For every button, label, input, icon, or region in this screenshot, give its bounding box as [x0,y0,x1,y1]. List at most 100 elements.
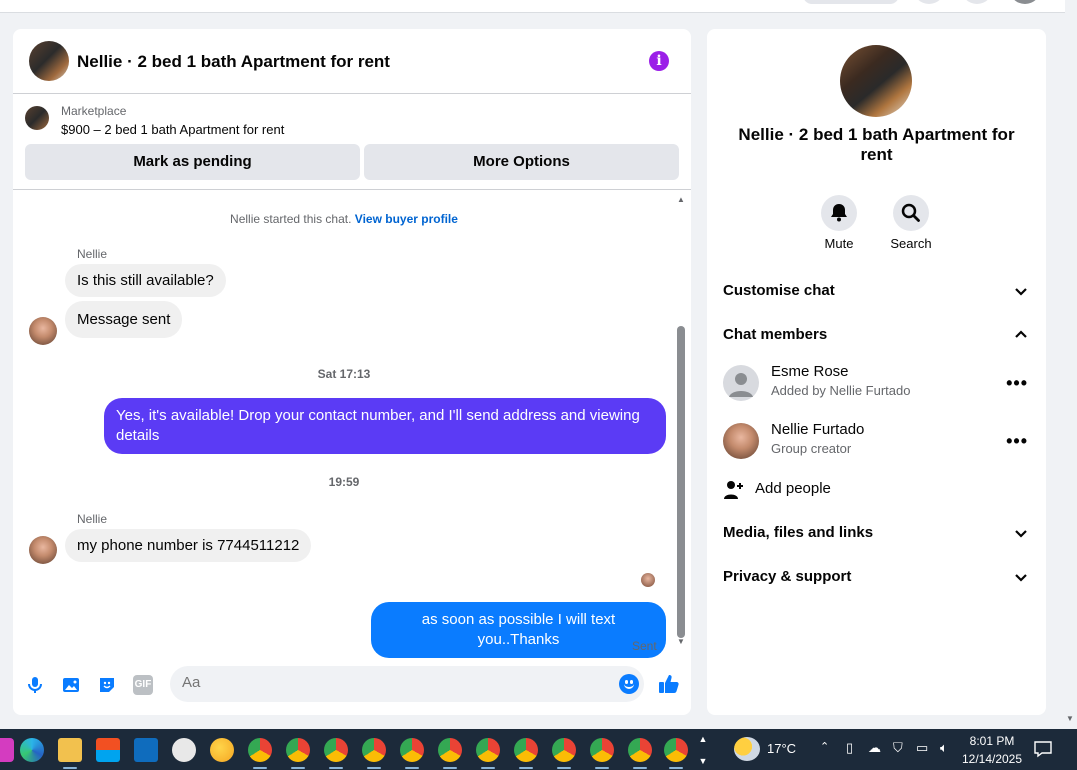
photo-icon[interactable] [61,675,81,695]
notification-center-icon[interactable] [1033,740,1053,758]
menu-icon[interactable] [913,0,945,4]
show-hidden-icons-icon[interactable]: ⌃ [820,740,829,753]
more-options-button[interactable]: More Options [364,144,679,180]
active-indicator [633,767,647,769]
marketplace-listing: Marketplace $900 – 2 bed 1 bath Apartmen… [13,94,691,190]
media-files-links-section[interactable]: Media, files and links [723,521,1030,545]
chrome-icon[interactable] [628,738,652,762]
sender-name: Nellie [77,512,108,526]
weather-icon[interactable] [734,737,760,761]
onedrive-cloud-icon[interactable]: ☁ [868,740,881,756]
chrome-icon[interactable] [248,738,272,762]
notifications-icon[interactable] [961,0,993,4]
page-scroll-down-arrow-icon[interactable]: ▼ [1066,714,1074,723]
view-buyer-profile-link[interactable]: View buyer profile [355,212,458,226]
scroll-up-arrow-icon[interactable]: ▲ [677,195,685,204]
edge-browser-icon[interactable] [20,738,44,762]
chrome-icon[interactable] [552,738,576,762]
microphone-icon[interactable] [25,675,45,695]
member-row[interactable]: Esme Rose Added by Nellie Furtado ••• [723,361,1030,405]
scroll-down-arrow-icon[interactable]: ▼ [677,637,685,646]
emoji-icon[interactable] [619,674,639,694]
privacy-support-section[interactable]: Privacy & support [723,565,1030,589]
search-action[interactable]: Search [881,195,941,251]
chrome-icon[interactable] [324,738,348,762]
member-name[interactable]: Nellie Furtado [771,421,864,438]
taskbar-scroll-down-icon[interactable]: ▼ [696,753,710,769]
sender-avatar[interactable] [29,536,57,564]
device-icon[interactable]: ▯ [846,740,853,756]
profile-avatar-icon[interactable] [1009,0,1041,4]
listing-price-title[interactable]: $900 – 2 bed 1 bath Apartment for rent [61,122,284,137]
bell-icon[interactable] [821,195,857,231]
message-input-box[interactable] [170,666,644,702]
app-icon[interactable] [0,738,14,762]
outgoing-message[interactable]: Yes, it's available! Drop your contact n… [104,398,666,454]
member-row[interactable]: Nellie Furtado Group creator ••• [723,419,1030,463]
chrome-icon[interactable] [400,738,424,762]
chrome-icon[interactable] [664,738,688,762]
active-indicator [481,767,495,769]
add-people-button[interactable]: Add people [723,477,923,503]
sticker-icon[interactable] [97,675,117,695]
clock-time[interactable]: 8:01 PM [958,733,1026,749]
mute-action[interactable]: Mute [809,195,869,251]
listing-thumbnail[interactable] [25,106,49,130]
scrollbar-thumb[interactable] [677,326,685,638]
member-name[interactable]: Esme Rose [771,363,849,380]
customise-chat-label: Customise chat [723,282,835,299]
message-input[interactable] [182,674,602,691]
message-list[interactable]: Nellie started this chat. View buyer pro… [13,191,691,658]
chrome-icon[interactable] [362,738,386,762]
chrome-icon[interactable] [590,738,614,762]
search-icon[interactable] [893,195,929,231]
sender-avatar[interactable] [29,317,57,345]
chat-large-avatar[interactable] [840,45,912,117]
active-indicator [595,767,609,769]
chrome-icon[interactable] [514,738,538,762]
outgoing-message[interactable]: as soon as possible I will text you..Tha… [371,602,666,658]
chevron-down-icon[interactable] [1012,565,1030,589]
active-indicator [367,767,381,769]
paint-icon[interactable] [172,738,196,762]
chat-avatar[interactable] [29,41,69,81]
weather-temperature[interactable]: 17°C [767,741,796,756]
chat-members-section[interactable]: Chat members [723,323,1030,347]
chat-title[interactable]: Nellie · 2 bed 1 bath Apartment for rent [77,52,390,72]
weather-app-icon[interactable] [210,738,234,762]
member-avatar[interactable] [723,423,759,459]
volume-icon[interactable]: 🔈︎ [940,740,948,756]
chrome-icon[interactable] [438,738,462,762]
chat-details-panel: Nellie · 2 bed 1 bath Apartment for rent… [707,29,1046,715]
mark-as-pending-button[interactable]: Mark as pending [25,144,360,180]
incoming-message[interactable]: Message sent [65,301,183,338]
customise-chat-section[interactable]: Customise chat [723,279,1030,303]
media-files-links-label: Media, files and links [723,524,874,541]
default-avatar[interactable] [723,365,759,401]
thumbs-up-icon[interactable] [658,673,680,695]
mute-label: Mute [824,236,854,251]
info-icon[interactable]: i [649,51,669,71]
chat-window: Nellie · 2 bed 1 bath Apartment for rent… [13,29,691,715]
chevron-up-icon[interactable] [1012,323,1030,347]
file-explorer-icon[interactable] [58,738,82,762]
taskbar-scroll-up-icon[interactable]: ▲ [696,731,710,747]
incoming-message[interactable]: my phone number is 7744511212 [65,529,312,562]
chat-members-label: Chat members [723,326,828,343]
network-icon[interactable]: ▭ [916,740,928,756]
gif-icon[interactable]: GIF [133,675,153,695]
store-icon[interactable] [96,738,120,762]
chat-started-text: Nellie started this chat. [230,212,352,226]
clock-date[interactable]: 12/14/2025 [958,751,1026,767]
top-nav-pill[interactable] [803,0,899,4]
more-options-icon[interactable]: ••• [1006,431,1028,452]
security-shield-icon[interactable]: ⛉ [893,740,903,756]
chrome-icon[interactable] [286,738,310,762]
outlook-icon[interactable] [134,738,158,762]
chrome-icon[interactable] [476,738,500,762]
chevron-down-icon[interactable] [1012,279,1030,303]
chevron-down-icon[interactable] [1012,521,1030,545]
message-scrollbar[interactable]: ▲ ▼ [675,191,687,651]
incoming-message[interactable]: Is this still available? [65,264,226,297]
more-options-icon[interactable]: ••• [1006,373,1028,394]
